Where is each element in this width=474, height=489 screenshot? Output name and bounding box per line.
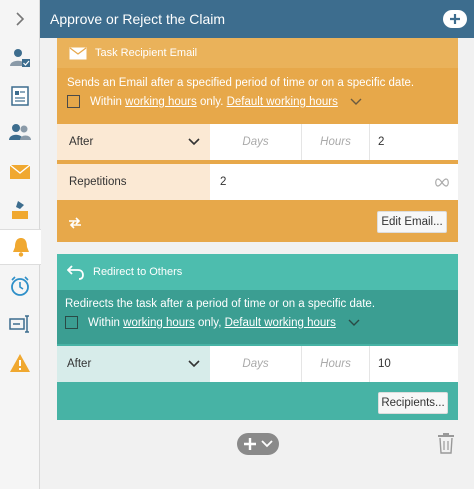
repetitions-label: Repetitions (57, 164, 210, 200)
mail-icon (9, 164, 31, 179)
infinity-icon[interactable] (434, 177, 450, 187)
email-action-card: Task Recipient Email Sends an Email afte… (57, 38, 458, 242)
sidebar-item-deadlines[interactable] (0, 268, 40, 304)
recipients-button[interactable]: Recipients... (378, 392, 448, 414)
redirect-hours-input[interactable]: Hours (302, 346, 370, 382)
within-label: Within (90, 95, 122, 108)
hours-placeholder: Hours (320, 136, 351, 148)
within-working-hours-checkbox[interactable] (67, 95, 80, 108)
timing-mode-select[interactable]: After (57, 124, 210, 160)
alarm-clock-icon (11, 276, 29, 296)
timing-value-input[interactable]: 2 (370, 124, 458, 160)
page-title: Approve or Reject the Claim (50, 11, 226, 27)
chevron-down-icon (261, 440, 273, 448)
email-card-header: Task Recipient Email (57, 38, 458, 68)
redirect-timing-value: 10 (378, 358, 391, 370)
timing-mode-value: After (69, 136, 94, 148)
sidebar (0, 0, 41, 489)
app-window: Approve or Reject the Claim Task Recipie… (0, 0, 474, 489)
email-timing-row: After Days Hours 2 (57, 124, 458, 160)
redirect-only-label: only, (197, 316, 222, 329)
redirect-within-working-hours-checkbox[interactable] (65, 316, 78, 329)
redirect-card-description: Redirects the task after a period of tim… (65, 298, 376, 310)
mail-icon (69, 47, 87, 59)
chevron-right-icon (16, 12, 25, 26)
plus-icon (244, 438, 256, 450)
hours-input[interactable]: Hours (302, 124, 370, 160)
timing-value: 2 (378, 136, 385, 148)
escalation-icon (12, 201, 28, 219)
redirect-timing-mode-value: After (67, 358, 92, 370)
add-action-dropdown-button[interactable] (237, 433, 279, 455)
bell-icon (12, 238, 29, 257)
sidebar-item-notifications[interactable] (0, 229, 41, 265)
sidebar-item-participants[interactable] (0, 40, 40, 76)
chevron-down-icon[interactable] (348, 319, 360, 327)
redirect-within-label: Within (88, 316, 120, 329)
form-field-icon (9, 315, 29, 333)
sidebar-item-form[interactable] (0, 306, 40, 342)
plus-circle-icon (443, 10, 467, 28)
sidebar-item-email[interactable] (0, 154, 40, 190)
redirect-action-card: Redirect to Others Redirects the task af… (57, 254, 458, 420)
repeat-icon[interactable] (67, 216, 83, 230)
email-card-description: Sends an Email after a specified period … (67, 77, 415, 89)
redirect-days-placeholder: Days (242, 358, 269, 370)
redirect-timing-mode-select[interactable]: After (57, 346, 210, 382)
redirect-working-hours-link[interactable]: working hours (123, 317, 195, 329)
edit-email-button[interactable]: Edit Email... (377, 211, 447, 233)
days-placeholder: Days (242, 136, 269, 148)
chevron-down-icon[interactable] (350, 98, 362, 106)
working-hours-row: Within working hours only. Default worki… (67, 95, 458, 108)
title-bar: Approve or Reject the Claim (40, 0, 474, 38)
email-card-description-block: Sends an Email after a specified period … (57, 68, 458, 118)
redirect-working-hours-row: Within working hours only, Default worki… (65, 316, 458, 329)
expand-sidebar-button[interactable] (0, 0, 40, 38)
redirect-default-working-hours-select[interactable]: Default working hours (225, 317, 336, 329)
redirect-card-description-block: Redirects the task after a period of tim… (57, 290, 458, 344)
redirect-card-title: Redirect to Others (93, 266, 183, 278)
repetitions-row: Repetitions 2 (57, 164, 458, 200)
sidebar-item-details[interactable] (0, 78, 40, 114)
only-label: only. (199, 95, 224, 108)
sidebar-item-escalation[interactable] (0, 192, 40, 228)
redirect-hours-placeholder: Hours (320, 358, 351, 370)
warning-icon (10, 354, 30, 372)
working-hours-link[interactable]: working hours (125, 96, 197, 108)
chevron-down-icon (188, 138, 200, 146)
redirect-timing-row: After Days Hours 10 (57, 346, 458, 382)
chevron-down-icon (188, 360, 200, 368)
repetitions-value: 2 (220, 176, 227, 188)
sidebar-item-warnings[interactable] (0, 345, 40, 381)
email-card-title: Task Recipient Email (95, 47, 198, 59)
days-input[interactable]: Days (210, 124, 302, 160)
repetitions-input[interactable]: 2 (210, 164, 458, 200)
sidebar-item-users[interactable] (0, 114, 40, 150)
redirect-card-header: Redirect to Others (57, 254, 458, 290)
redirect-days-input[interactable]: Days (210, 346, 302, 382)
document-list-icon (11, 86, 29, 106)
trash-icon[interactable] (437, 432, 455, 454)
redirect-timing-value-input[interactable]: 10 (370, 346, 458, 382)
undo-arrow-icon (67, 265, 84, 280)
users-icon (9, 124, 31, 140)
add-action-button[interactable] (442, 8, 468, 30)
user-check-icon (10, 49, 30, 67)
default-working-hours-select[interactable]: Default working hours (227, 96, 338, 108)
